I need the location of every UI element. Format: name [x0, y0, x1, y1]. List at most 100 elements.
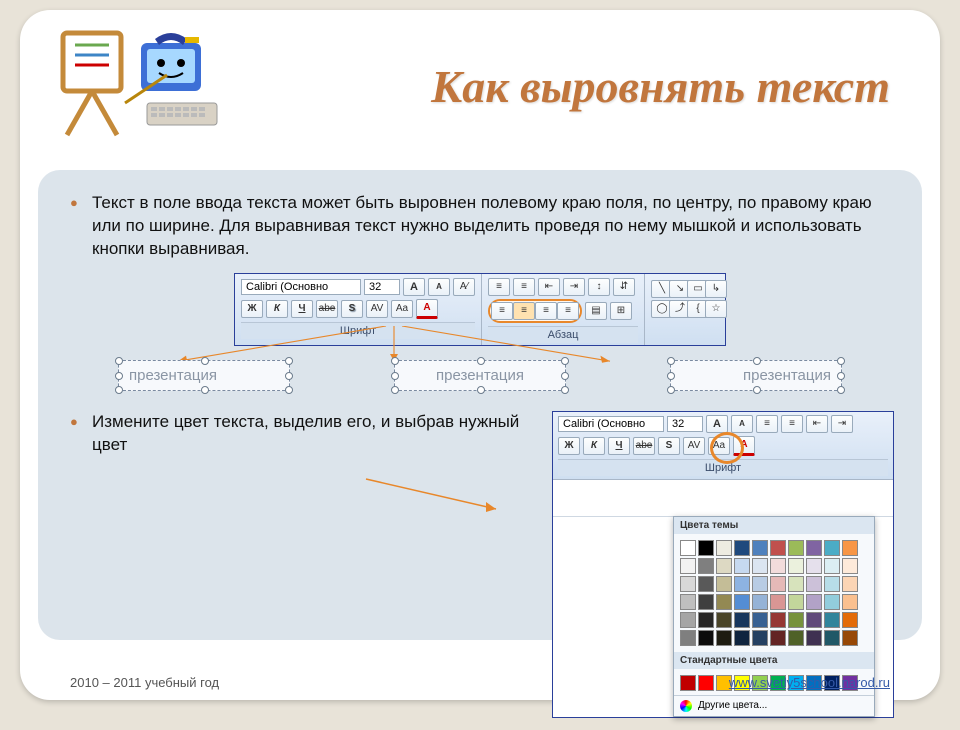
- italic-button[interactable]: К: [266, 300, 288, 318]
- color-swatch[interactable]: [716, 540, 732, 556]
- color-swatch[interactable]: [680, 540, 696, 556]
- grow-font-button[interactable]: A: [403, 278, 425, 296]
- more-colors-button[interactable]: Другие цвета...: [674, 695, 874, 716]
- align-center-button[interactable]: ≡: [513, 302, 535, 320]
- color-swatch[interactable]: [716, 630, 732, 646]
- panel-bold[interactable]: Ж: [558, 437, 580, 455]
- color-swatch[interactable]: [824, 630, 840, 646]
- color-swatch[interactable]: [824, 594, 840, 610]
- align-right-button[interactable]: ≡: [535, 302, 557, 320]
- color-swatch[interactable]: [734, 576, 750, 592]
- color-swatch[interactable]: [716, 558, 732, 574]
- bold-button[interactable]: Ж: [241, 300, 263, 318]
- color-swatch[interactable]: [806, 558, 822, 574]
- color-swatch[interactable]: [698, 612, 714, 628]
- text-direction-button[interactable]: ⇵: [613, 278, 635, 296]
- panel-aa[interactable]: Aa: [708, 437, 730, 455]
- color-swatch[interactable]: [842, 540, 858, 556]
- clear-format-button[interactable]: A⁄: [453, 278, 475, 296]
- color-swatch[interactable]: [788, 612, 804, 628]
- numbering-button[interactable]: ≡: [513, 278, 535, 296]
- change-case-button[interactable]: Aa: [391, 300, 413, 318]
- shadow-button[interactable]: S: [341, 300, 363, 318]
- color-swatch[interactable]: [770, 540, 786, 556]
- color-swatch[interactable]: [842, 594, 858, 610]
- color-swatch[interactable]: [752, 630, 768, 646]
- color-swatch[interactable]: [734, 594, 750, 610]
- panel-font-color[interactable]: A: [733, 436, 755, 456]
- color-swatch[interactable]: [716, 576, 732, 592]
- color-swatch[interactable]: [824, 540, 840, 556]
- color-swatch[interactable]: [698, 576, 714, 592]
- color-swatch[interactable]: [770, 630, 786, 646]
- color-swatch[interactable]: [788, 576, 804, 592]
- color-swatch[interactable]: [680, 630, 696, 646]
- color-swatch[interactable]: [824, 612, 840, 628]
- columns-button[interactable]: ▤: [585, 302, 607, 320]
- font-size-select[interactable]: 32: [364, 279, 400, 295]
- color-swatch[interactable]: [842, 612, 858, 628]
- shape-star-icon[interactable]: ☆: [705, 300, 727, 318]
- footer-link[interactable]: www.svetly5school.narod.ru: [729, 675, 890, 690]
- panel-indent1[interactable]: ⇤: [806, 415, 828, 433]
- color-swatch[interactable]: [770, 612, 786, 628]
- color-swatch[interactable]: [716, 594, 732, 610]
- color-swatch[interactable]: [680, 594, 696, 610]
- color-swatch[interactable]: [680, 612, 696, 628]
- color-swatch[interactable]: [770, 558, 786, 574]
- char-spacing-button[interactable]: AV: [366, 300, 388, 318]
- color-swatch[interactable]: [680, 558, 696, 574]
- color-swatch[interactable]: [698, 540, 714, 556]
- color-swatch[interactable]: [752, 558, 768, 574]
- shape-elbow-icon[interactable]: ↳: [705, 280, 727, 298]
- indent-inc-button[interactable]: ⇥: [563, 278, 585, 296]
- color-swatch[interactable]: [788, 540, 804, 556]
- color-swatch[interactable]: [806, 540, 822, 556]
- color-swatch[interactable]: [788, 558, 804, 574]
- shrink-font-button[interactable]: A: [428, 278, 450, 296]
- line-spacing-button[interactable]: ↕: [588, 278, 610, 296]
- color-swatch[interactable]: [734, 558, 750, 574]
- bullets-button[interactable]: ≡: [488, 278, 510, 296]
- color-swatch[interactable]: [806, 612, 822, 628]
- color-swatch[interactable]: [698, 594, 714, 610]
- color-swatch[interactable]: [806, 630, 822, 646]
- panel-grow-font[interactable]: A: [706, 415, 728, 433]
- color-swatch[interactable]: [824, 576, 840, 592]
- color-swatch[interactable]: [788, 630, 804, 646]
- panel-indent2[interactable]: ⇥: [831, 415, 853, 433]
- color-swatch[interactable]: [770, 576, 786, 592]
- color-swatch[interactable]: [842, 630, 858, 646]
- panel-numbering[interactable]: ≡: [781, 415, 803, 433]
- panel-font-family[interactable]: Calibri (Основно: [558, 416, 664, 432]
- font-family-select[interactable]: Calibri (Основно: [241, 279, 361, 295]
- panel-font-size[interactable]: 32: [667, 416, 703, 432]
- color-swatch[interactable]: [824, 558, 840, 574]
- indent-dec-button[interactable]: ⇤: [538, 278, 560, 296]
- panel-av[interactable]: AV: [683, 437, 705, 455]
- color-swatch[interactable]: [770, 594, 786, 610]
- color-swatch[interactable]: [842, 576, 858, 592]
- panel-strike[interactable]: abe: [633, 437, 655, 455]
- underline-button[interactable]: Ч: [291, 300, 313, 318]
- color-swatch[interactable]: [716, 612, 732, 628]
- color-swatch[interactable]: [806, 594, 822, 610]
- panel-shadow[interactable]: S: [658, 437, 680, 455]
- convert-smartart-button[interactable]: ⊞: [610, 302, 632, 320]
- font-color-button[interactable]: A: [416, 299, 438, 319]
- color-swatch[interactable]: [842, 558, 858, 574]
- color-swatch[interactable]: [680, 576, 696, 592]
- color-swatch[interactable]: [752, 576, 768, 592]
- color-swatch[interactable]: [734, 630, 750, 646]
- color-swatch[interactable]: [752, 540, 768, 556]
- strike-button[interactable]: abe: [316, 300, 338, 318]
- panel-italic[interactable]: К: [583, 437, 605, 455]
- color-swatch[interactable]: [698, 630, 714, 646]
- color-swatch[interactable]: [752, 594, 768, 610]
- panel-bullets[interactable]: ≡: [756, 415, 778, 433]
- color-swatch[interactable]: [752, 612, 768, 628]
- color-swatch[interactable]: [788, 594, 804, 610]
- panel-underline[interactable]: Ч: [608, 437, 630, 455]
- align-left-button[interactable]: ≡: [491, 302, 513, 320]
- align-justify-button[interactable]: ≡: [557, 302, 579, 320]
